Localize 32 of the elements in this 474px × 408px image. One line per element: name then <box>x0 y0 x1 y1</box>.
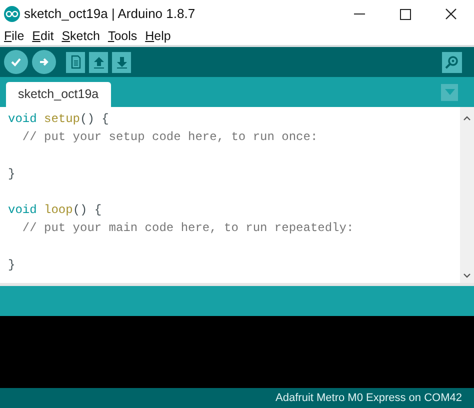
maximize-icon <box>400 8 410 20</box>
magnifier-icon <box>445 55 459 69</box>
save-button[interactable] <box>112 52 131 72</box>
sketch-tab[interactable]: sketch_oct19a <box>6 82 111 107</box>
scroll-up-icon[interactable] <box>463 115 471 121</box>
code-line: } <box>8 256 16 274</box>
board-status: Adafruit Metro M0 Express on COM42 <box>276 390 462 406</box>
menu-item[interactable]: Tools <box>104 27 142 46</box>
upload-button[interactable] <box>32 50 56 74</box>
menu-item[interactable]: File <box>0 27 28 46</box>
scrollbar[interactable] <box>460 107 474 283</box>
download-arrow-icon <box>114 55 128 69</box>
serial-monitor-button[interactable] <box>442 52 462 72</box>
minimize-icon <box>354 13 364 15</box>
scroll-down-icon[interactable] <box>463 273 471 279</box>
close-icon <box>445 8 457 20</box>
caret-icon <box>444 89 454 95</box>
menu-item[interactable]: Sketch <box>58 27 104 46</box>
menu-item[interactable]: Edit <box>28 27 58 46</box>
code-line: void loop() { <box>8 202 103 219</box>
open-button[interactable] <box>89 52 108 72</box>
upload-arrow-icon <box>92 55 106 69</box>
page-icon <box>68 55 82 69</box>
window-title: sketch_oct19a | Arduino 1.8.7 <box>24 5 196 24</box>
code-line: } <box>8 166 16 183</box>
code-line: void setup() { <box>8 111 110 128</box>
new-button[interactable] <box>66 52 85 72</box>
code-line: // put your setup code here, to run once: <box>21 129 319 146</box>
app-logo-icon <box>4 6 20 22</box>
verify-button[interactable] <box>4 50 28 74</box>
code-line: // put your main code here, to run repeatedly: <box>21 220 355 238</box>
menu-item[interactable]: Help <box>141 27 175 46</box>
